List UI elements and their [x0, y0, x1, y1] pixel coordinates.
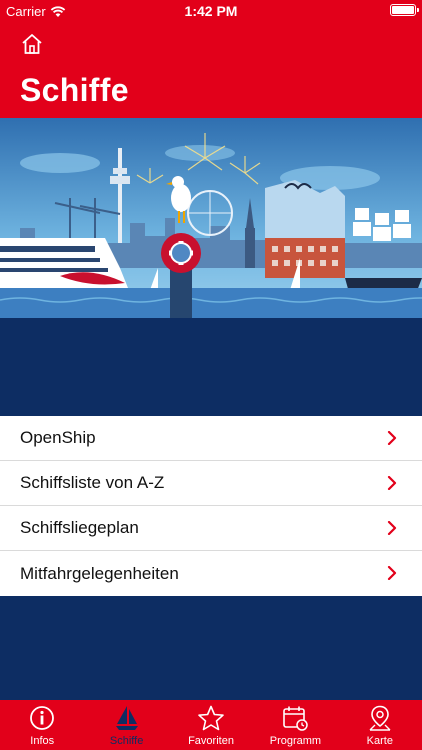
star-icon [198, 705, 224, 731]
tab-label: Infos [30, 735, 55, 747]
menu-item-label: OpenShip [20, 428, 96, 447]
tab-karte[interactable]: Karte [338, 700, 422, 750]
status-time: 1:42 PM [184, 3, 238, 19]
menu-item-schiffsliste[interactable]: Schiffsliste von A-Z [0, 461, 422, 506]
tab-label: Favoriten [188, 735, 234, 747]
info-icon [30, 706, 55, 730]
sailboat-icon [115, 706, 138, 730]
menu-item-label: Schiffsliegeplan [20, 518, 139, 537]
home-icon [22, 34, 42, 54]
ship-menu-list: OpenShip Schiffsliste von A-Z Schiffslie… [0, 416, 422, 596]
content-background [0, 596, 422, 700]
hero-bottom-band [0, 318, 422, 416]
chevron-right-icon [387, 521, 397, 535]
page-title: Schiffe [20, 72, 129, 108]
home-button[interactable] [20, 32, 44, 56]
harbor-skyline-illustration [0, 118, 422, 318]
tab-programm[interactable]: Programm [253, 700, 337, 750]
menu-item-schiffsliegeplan[interactable]: Schiffsliegeplan [0, 506, 422, 551]
chevron-right-icon [387, 566, 397, 580]
tab-favoriten[interactable]: Favoriten [169, 700, 253, 750]
app-header: Schiffe [0, 22, 422, 118]
calendar-icon [283, 706, 309, 731]
chevron-right-icon [387, 476, 397, 490]
chevron-right-icon [387, 431, 397, 445]
hero-illustration [0, 118, 422, 318]
tab-bar: Infos Schiffe Favoriten Programm Karte [0, 700, 422, 750]
status-bar: Carrier 1:42 PM [0, 0, 422, 22]
tab-label: Karte [366, 735, 393, 747]
menu-item-label: Mitfahrgelegenheiten [20, 563, 179, 583]
tab-schiffe[interactable]: Schiffe [84, 700, 168, 750]
map-pin-icon [369, 705, 391, 731]
menu-item-label: Schiffsliste von A-Z [20, 473, 165, 492]
battery-icon [390, 4, 419, 16]
menu-item-openship[interactable]: OpenShip [0, 416, 422, 461]
tab-label: Schiffe [109, 735, 144, 747]
tab-label: Programm [269, 735, 322, 747]
tab-infos[interactable]: Infos [0, 700, 84, 750]
menu-item-mitfahrgelegenheiten[interactable]: Mitfahrgelegenheiten [0, 551, 422, 596]
